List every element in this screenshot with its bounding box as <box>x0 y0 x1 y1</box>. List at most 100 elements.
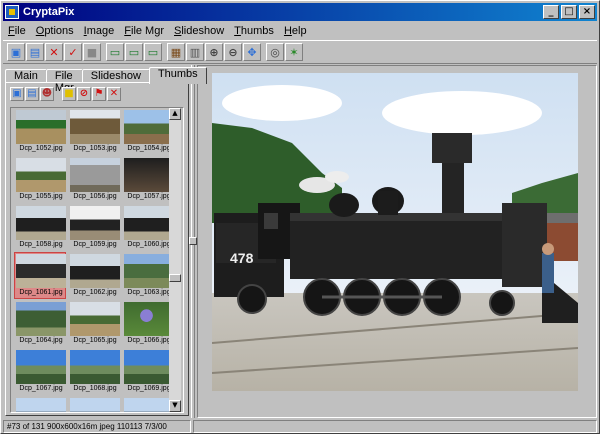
tab-file-mgr[interactable]: File Mgr <box>45 69 83 94</box>
left-pane: MainFile MgrSlideshowThumbs ▣ ▤ ☻ ■ ⊘ ⚑ ✕ Dcp_… <box>3 65 207 418</box>
tab-thumbs[interactable]: Thumbs <box>148 67 207 84</box>
window-controls: _ □ × <box>543 5 595 19</box>
yellow-square-icon: ■ <box>64 88 74 99</box>
thumbnail-image <box>70 110 120 144</box>
close-button[interactable]: × <box>579 5 595 19</box>
toolbar-button[interactable]: ▭ <box>144 43 162 61</box>
thumbnail[interactable]: Dcp_1066.jpg <box>122 300 174 347</box>
toolbar-button[interactable]: ✶ <box>285 43 303 61</box>
thumbnail-caption: Dcp_1058.jpg <box>19 241 63 248</box>
thumbnail-image <box>70 254 120 288</box>
thumbnail[interactable]: Dcp_1055.jpg <box>14 156 66 203</box>
toolbar-button[interactable]: ▥ <box>186 43 204 61</box>
thumbnail[interactable]: Dcp_1062.jpg <box>68 252 120 299</box>
minimize-button[interactable]: _ <box>543 5 559 19</box>
thumbnail-image <box>70 158 120 192</box>
pane-splitter[interactable] <box>189 65 197 418</box>
image-viewer[interactable]: 478 <box>197 65 597 418</box>
scroll-up-button[interactable]: ▲ <box>169 108 181 120</box>
thumbnail[interactable]: Dcp_1060.jpg <box>122 204 174 251</box>
thumbnail-scrollbar[interactable]: ▲ ▼ <box>169 108 181 412</box>
toolbar-separator <box>55 87 61 103</box>
menu-image[interactable]: Image <box>79 25 120 37</box>
thumbnail[interactable]: Dcp_1064.jpg <box>14 300 66 347</box>
toolbar-button[interactable]: ⊕ <box>205 43 223 61</box>
thumbnail[interactable]: Dcp_1056.jpg <box>68 156 120 203</box>
scroll-thumb[interactable] <box>169 274 181 282</box>
thumbnail[interactable]: Dcp_1072.jpg <box>122 396 174 412</box>
thumbnail-caption: Dcp_1060.jpg <box>127 241 171 248</box>
menu-help[interactable]: Help <box>279 25 312 37</box>
no-entry-icon: ⊘ <box>79 88 89 99</box>
thumbnail[interactable]: Dcp_1052.jpg <box>14 108 66 155</box>
main-photo[interactable]: 478 <box>212 73 578 391</box>
thumbnail[interactable]: Dcp_1054.jpg <box>122 108 174 155</box>
thumbnail-image <box>124 398 174 412</box>
thumbnail[interactable]: Dcp_1068.jpg <box>68 348 120 395</box>
scroll-down-button[interactable]: ▼ <box>169 400 181 412</box>
thumbnail-caption: Dcp_1061.jpg <box>19 289 63 296</box>
thumbs-person-icon: ☻ <box>41 88 53 99</box>
status-bar: #73 of 131 900x600x16m jpeg 110113 7/3/0… <box>3 419 597 433</box>
thumbnail-image <box>70 350 120 384</box>
toolbar-button[interactable]: ✥ <box>243 43 261 61</box>
thumbnail[interactable]: Dcp_1058.jpg <box>14 204 66 251</box>
thumbnail-caption: Dcp_1065.jpg <box>73 337 117 344</box>
menu-file[interactable]: File <box>3 25 31 37</box>
thumbnail-image <box>16 302 66 336</box>
toolbar-button[interactable]: ■ <box>83 43 101 61</box>
menu-file-mgr[interactable]: File Mgr <box>119 25 169 37</box>
thumbs-toolbar-button[interactable]: ☻ <box>40 87 54 101</box>
delete-icon: ✕ <box>49 45 59 59</box>
tools-icon: ✶ <box>289 45 299 59</box>
toolbar-button[interactable]: ✕ <box>45 43 63 61</box>
splitter-grip[interactable] <box>189 237 197 245</box>
zoom-icon: ◎ <box>270 45 280 59</box>
thumbs-toolbar-button[interactable]: ✕ <box>107 87 121 101</box>
thumbnail[interactable]: Dcp_1067.jpg <box>14 348 66 395</box>
thumbnail-image <box>16 158 66 192</box>
menu-thumbs[interactable]: Thumbs <box>229 25 279 37</box>
toolbar-button[interactable]: ▭ <box>106 43 124 61</box>
window-title: CryptaPix <box>23 6 75 18</box>
thumbnail[interactable]: Dcp_1059.jpg <box>68 204 120 251</box>
thumbnail[interactable]: Dcp_1071.jpg <box>68 396 120 412</box>
thumbnail-view[interactable]: Dcp_1052.jpg Dcp_1053.jpg Dcp_1054.jpg Dcp_… <box>10 107 184 413</box>
thumbnail-image <box>124 254 174 288</box>
check-icon: ✓ <box>68 45 78 59</box>
thumbs-toolbar-button[interactable]: ▣ <box>10 87 24 101</box>
thumbnail-caption: Dcp_1062.jpg <box>73 289 117 296</box>
thumbs-toolbar-button[interactable]: ⚑ <box>92 87 106 101</box>
toolbar-button[interactable]: ✓ <box>64 43 82 61</box>
thumbs-toolbar-button[interactable]: ⊘ <box>77 87 91 101</box>
thumbnail-image <box>124 158 174 192</box>
thumbnail[interactable]: Dcp_1063.jpg <box>122 252 174 299</box>
thumbnail[interactable]: Dcp_1057.jpg <box>122 156 174 203</box>
toolbar-button[interactable]: ▦ <box>167 43 185 61</box>
thumbs-toolbar-button[interactable]: ▤ <box>25 87 39 101</box>
toolbar-button[interactable]: ▤ <box>26 43 44 61</box>
thumbs-panel: ▣ ▤ ☻ ■ ⊘ ⚑ ✕ Dcp_1052.jpg Dcp_1053.jpg Dcp_1054… <box>5 82 189 416</box>
toolbar-button[interactable]: ▭ <box>125 43 143 61</box>
title-bar[interactable]: CryptaPix _ □ × <box>3 3 597 21</box>
toolbar-button[interactable]: ▣ <box>7 43 25 61</box>
toolbar-button[interactable]: ⊖ <box>224 43 242 61</box>
view-icon: ▭ <box>147 45 159 59</box>
thumbnail[interactable]: Dcp_1053.jpg <box>68 108 120 155</box>
app-logo-icon[interactable] <box>5 5 19 19</box>
thumbnail[interactable]: Dcp_1069.jpg <box>122 348 174 395</box>
thumbs-icon: ▥ <box>189 45 201 59</box>
tab-slideshow[interactable]: Slideshow <box>81 69 150 83</box>
maximize-button[interactable]: □ <box>561 5 577 19</box>
thumbs-toolbar-button[interactable]: ■ <box>62 87 76 101</box>
tab-main[interactable]: Main <box>5 69 47 83</box>
thumbnail-selected[interactable]: Dcp_1061.jpg <box>14 252 66 299</box>
menu-slideshow[interactable]: Slideshow <box>169 25 229 37</box>
menu-options[interactable]: Options <box>31 25 79 37</box>
encrypt-icon: ■ <box>86 45 98 59</box>
toolbar-button[interactable]: ◎ <box>266 43 284 61</box>
thumbs-view-icon: ▣ <box>12 88 22 99</box>
thumbnail[interactable]: Dcp_1070.jpg <box>14 396 66 412</box>
thumbnail-image <box>70 302 120 336</box>
thumbnail[interactable]: Dcp_1065.jpg <box>68 300 120 347</box>
